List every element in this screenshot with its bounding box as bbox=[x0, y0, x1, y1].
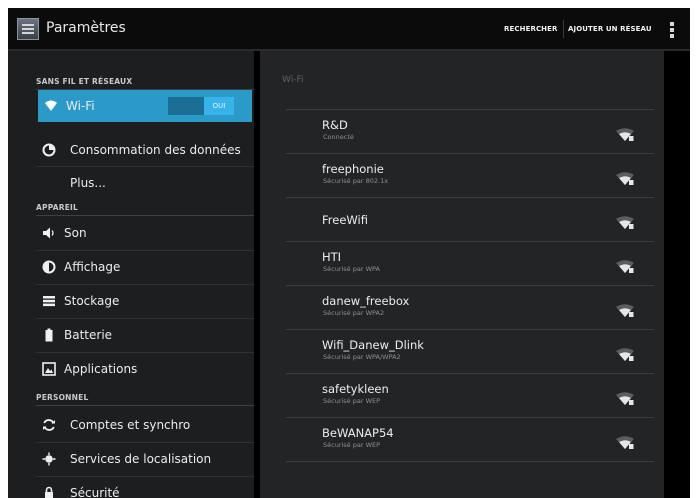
network-status: Sécurisé par WEP bbox=[323, 397, 381, 405]
network-ssid: Wifi_Danew_Dlink bbox=[322, 338, 424, 352]
page-title: Paramètres bbox=[46, 20, 126, 36]
wifi-toggle[interactable]: OUI bbox=[168, 97, 234, 115]
list-divider bbox=[286, 461, 654, 462]
sidebar-item-label: Batterie bbox=[64, 328, 113, 342]
sidebar-item-label: Stockage bbox=[64, 294, 120, 308]
wifi-signal-icon bbox=[615, 303, 635, 317]
network-ssid: freephonie bbox=[322, 162, 384, 176]
location-icon bbox=[42, 452, 56, 466]
network-status: Sécurisé par WPA/WPA2 bbox=[323, 353, 401, 361]
network-ssid: BeWANAP54 bbox=[322, 426, 394, 440]
section-header-device: APPAREIL bbox=[36, 203, 78, 212]
wifi-network-item[interactable]: HTI Sécurisé par WPA bbox=[286, 242, 654, 286]
wifi-network-item[interactable]: freephonie Sécurisé par 802.1x bbox=[286, 154, 654, 198]
sidebar-item-security[interactable]: Sécurité bbox=[36, 477, 254, 498]
sidebar-item-label: Comptes et synchro bbox=[70, 418, 191, 432]
sidebar-item-data-usage[interactable]: Consommation des données bbox=[36, 134, 254, 166]
toggle-state: OUI bbox=[204, 97, 234, 115]
wifi-network-item[interactable]: BeWANAP54 Sécurisé par WEP bbox=[286, 418, 654, 462]
sidebar-item-location[interactable]: Services de localisation bbox=[36, 443, 254, 475]
display-icon bbox=[42, 260, 56, 274]
wifi-signal-icon bbox=[615, 259, 635, 273]
sidebar-item-accounts-sync[interactable]: Comptes et synchro bbox=[36, 409, 254, 441]
sidebar-item-more[interactable]: Plus... bbox=[36, 167, 254, 199]
network-ssid: HTI bbox=[322, 250, 342, 264]
tablet-screen: Paramètres RECHERCHER AJOUTER UN RÉSEAU … bbox=[8, 8, 690, 498]
wifi-signal-icon bbox=[615, 215, 635, 229]
data-usage-icon bbox=[42, 143, 56, 157]
network-status: Connecté bbox=[323, 133, 354, 141]
sidebar-item-display[interactable]: Affichage bbox=[36, 251, 254, 283]
wifi-signal-icon bbox=[615, 347, 635, 361]
sidebar-item-apps[interactable]: Applications bbox=[36, 353, 254, 385]
network-status: Sécurisé par 802.1x bbox=[323, 177, 389, 185]
search-button[interactable]: RECHERCHER bbox=[504, 25, 558, 33]
action-bar: Paramètres RECHERCHER AJOUTER UN RÉSEAU bbox=[8, 8, 690, 51]
sidebar-item-label: Plus... bbox=[70, 176, 106, 190]
lock-icon bbox=[45, 486, 53, 498]
sidebar-item-label: Services de localisation bbox=[70, 452, 212, 466]
sidebar-item-storage[interactable]: Stockage bbox=[36, 285, 254, 317]
wifi-signal-icon bbox=[615, 391, 635, 405]
settings-app-icon[interactable] bbox=[17, 18, 39, 40]
panel-title: Wi-Fi bbox=[282, 75, 304, 85]
battery-icon bbox=[45, 328, 53, 342]
section-divider bbox=[36, 405, 254, 406]
network-ssid: safetykleen bbox=[322, 382, 389, 396]
settings-sidebar: SANS FIL ET RÉSEAUX Wi-Fi OUI Consommati… bbox=[8, 51, 254, 498]
overflow-menu-icon[interactable] bbox=[670, 22, 674, 38]
section-divider bbox=[36, 215, 254, 216]
wifi-main-area: Wi-Fi R&D Connecté freephonie Sécurisé par … bbox=[254, 51, 690, 498]
sidebar-item-label: Applications bbox=[64, 362, 138, 376]
wifi-signal-icon bbox=[615, 435, 635, 449]
network-ssid: R&D bbox=[322, 118, 348, 132]
sidebar-item-sound[interactable]: Son bbox=[36, 217, 254, 249]
storage-icon bbox=[43, 296, 55, 307]
sidebar-item-label: Consommation des données bbox=[70, 143, 241, 157]
action-divider bbox=[563, 20, 564, 38]
wifi-network-item[interactable]: danew_freebox Sécurisé par WPA2 bbox=[286, 286, 654, 330]
section-header-wireless: SANS FIL ET RÉSEAUX bbox=[36, 77, 133, 86]
add-network-button[interactable]: AJOUTER UN RÉSEAU bbox=[568, 25, 652, 33]
wifi-icon bbox=[45, 100, 57, 111]
network-ssid: danew_freebox bbox=[322, 294, 410, 308]
section-header-personal: PERSONNEL bbox=[36, 393, 89, 402]
speaker-icon bbox=[43, 227, 54, 239]
apps-icon bbox=[42, 362, 56, 376]
sync-icon bbox=[43, 419, 55, 431]
wifi-signal-icon bbox=[615, 127, 635, 141]
wifi-panel: Wi-Fi R&D Connecté freephonie Sécurisé par … bbox=[260, 51, 664, 498]
sidebar-item-label: Wi-Fi bbox=[66, 99, 95, 113]
sidebar-item-label: Sécurité bbox=[70, 486, 120, 498]
wifi-network-item[interactable]: safetykleen Sécurisé par WEP bbox=[286, 374, 654, 418]
network-status: Sécurisé par WPA2 bbox=[323, 309, 385, 317]
sidebar-item-wifi[interactable]: Wi-Fi OUI bbox=[38, 90, 252, 122]
network-status: Sécurisé par WEP bbox=[323, 441, 381, 449]
network-status: Sécurisé par WPA bbox=[323, 265, 380, 273]
wifi-network-item[interactable]: Wifi_Danew_Dlink Sécurisé par WPA/WPA2 bbox=[286, 330, 654, 374]
wifi-signal-icon bbox=[615, 171, 635, 185]
sidebar-item-label: Affichage bbox=[64, 260, 121, 274]
sidebar-item-battery[interactable]: Batterie bbox=[36, 319, 254, 351]
sidebar-item-label: Son bbox=[64, 226, 87, 240]
wifi-network-item[interactable]: FreeWifi bbox=[286, 198, 654, 242]
wifi-network-item[interactable]: R&D Connecté bbox=[286, 110, 654, 154]
network-ssid: FreeWifi bbox=[322, 213, 368, 227]
